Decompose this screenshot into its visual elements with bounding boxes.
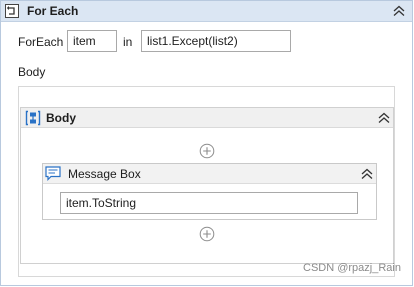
foreach-header[interactable]: For Each xyxy=(1,1,412,22)
collapse-body-button[interactable] xyxy=(377,112,391,124)
foreach-loop-icon xyxy=(5,4,19,18)
body-sequence[interactable]: Body Message Box item.ToString xyxy=(20,107,394,264)
message-box-header[interactable]: Message Box xyxy=(43,164,376,184)
body-label: Body xyxy=(18,65,46,79)
message-box-title: Message Box xyxy=(68,167,141,181)
message-box-activity[interactable]: Message Box item.ToString xyxy=(42,163,377,220)
foreach-label: ForEach xyxy=(18,35,64,49)
sequence-icon xyxy=(25,110,41,126)
watermark: CSDN @rpazj_Rain xyxy=(303,262,401,274)
add-activity-icon[interactable] xyxy=(199,226,215,242)
collapse-foreach-button[interactable] xyxy=(392,5,406,17)
message-text-field[interactable]: item.ToString xyxy=(60,192,358,214)
foreach-title: For Each xyxy=(27,4,79,18)
body-drop-area[interactable]: Body Message Box item.ToString xyxy=(18,86,395,277)
item-variable-field[interactable]: item xyxy=(67,30,117,52)
in-label: in xyxy=(123,35,133,49)
collapse-message-box-button[interactable] xyxy=(360,168,374,180)
message-box-icon xyxy=(45,166,61,181)
body-sequence-title: Body xyxy=(46,111,76,125)
foreach-activity[interactable]: For Each ForEach item in list1.Except(li… xyxy=(0,0,413,286)
collection-expression-field[interactable]: list1.Except(list2) xyxy=(141,30,291,52)
add-activity-icon[interactable] xyxy=(199,143,215,159)
body-sequence-header[interactable]: Body xyxy=(21,108,393,128)
